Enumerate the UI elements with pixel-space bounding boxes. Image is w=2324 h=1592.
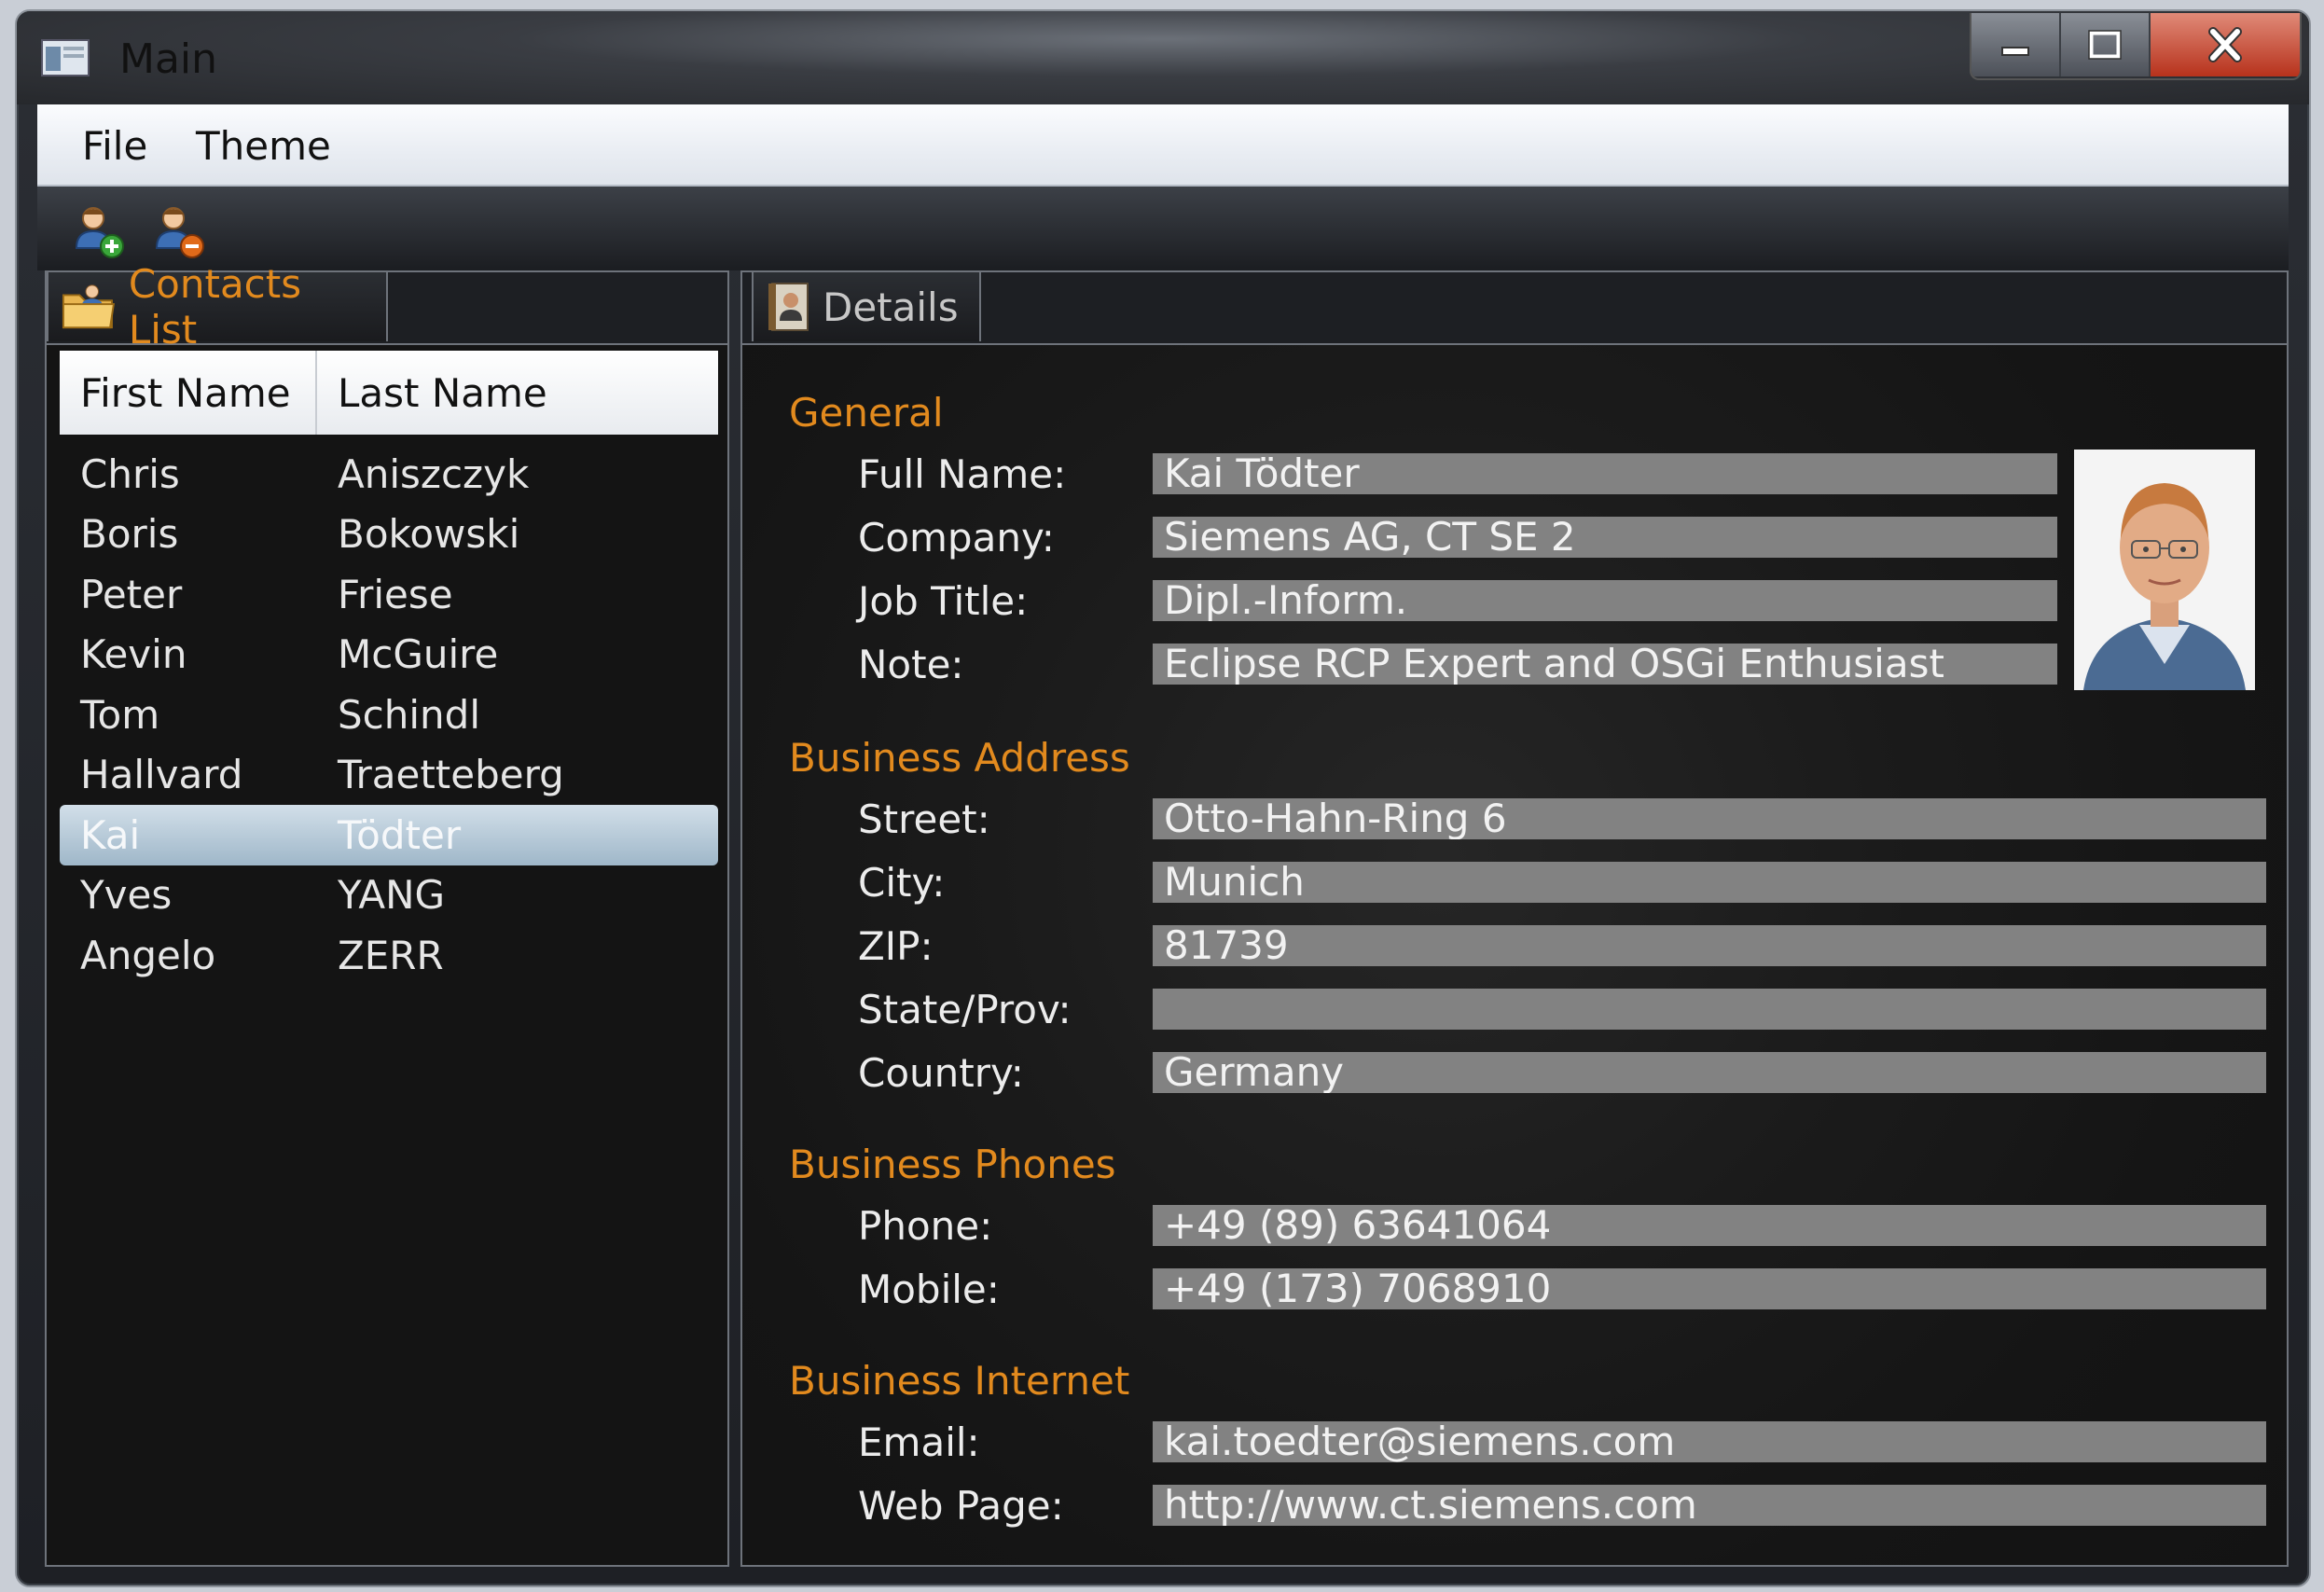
job-title-label: Job Title: bbox=[858, 578, 1029, 624]
table-row[interactable]: Peter Friese bbox=[60, 564, 718, 625]
table-row[interactable]: Tom Schindl bbox=[60, 685, 718, 745]
maximize-button[interactable] bbox=[2061, 13, 2151, 76]
table-row[interactable]: Angelo ZERR bbox=[60, 925, 718, 986]
folder-contacts-icon bbox=[62, 284, 116, 329]
section-business-internet: Business Internet bbox=[789, 1358, 1130, 1404]
first-name-cell: Chris bbox=[80, 450, 180, 497]
first-name-cell: Boris bbox=[80, 511, 179, 558]
table-row[interactable]: Yves YANG bbox=[60, 865, 718, 926]
phone-label: Phone: bbox=[858, 1203, 993, 1249]
menu-file[interactable]: File bbox=[82, 123, 147, 169]
section-general: General bbox=[789, 390, 944, 436]
contacts-panel: Contacts List First Name Last Name Chris… bbox=[45, 261, 729, 1567]
email-label: Email: bbox=[858, 1419, 980, 1465]
last-name-cell: Tödter bbox=[338, 811, 462, 858]
first-name-cell: Kai bbox=[80, 811, 141, 858]
company-field[interactable]: Siemens AG, CT SE 2 bbox=[1153, 517, 2057, 558]
menu-theme[interactable]: Theme bbox=[196, 123, 331, 169]
last-name-cell: Aniszczyk bbox=[338, 450, 530, 497]
first-name-cell: Hallvard bbox=[80, 752, 243, 798]
menu-bar: File Theme bbox=[37, 104, 2289, 187]
last-name-cell: Traetteberg bbox=[338, 752, 564, 798]
email-field[interactable]: kai.toedter@siemens.com bbox=[1153, 1421, 2266, 1462]
first-name-cell: Yves bbox=[80, 872, 173, 919]
note-label: Note: bbox=[858, 642, 964, 687]
street-field[interactable]: Otto-Hahn-Ring 6 bbox=[1153, 798, 2266, 839]
section-business-phones: Business Phones bbox=[789, 1142, 1116, 1187]
city-label: City: bbox=[858, 860, 946, 906]
table-row[interactable]: Chris Aniszczyk bbox=[60, 444, 718, 505]
minimize-icon bbox=[2001, 47, 2029, 56]
first-name-cell: Kevin bbox=[80, 631, 187, 678]
details-form: General Full Name: Kai Tödter Company: S… bbox=[742, 345, 2287, 1565]
last-name-cell: Friese bbox=[338, 571, 453, 617]
table-row[interactable]: Hallvard Traetteberg bbox=[60, 745, 718, 806]
contacts-table-body: Chris Aniszczyk Boris Bokowski Peter Friese… bbox=[60, 444, 718, 986]
close-button[interactable] bbox=[2151, 13, 2300, 76]
address-book-icon bbox=[768, 283, 809, 331]
table-row-selected[interactable]: Kai Tödter bbox=[60, 805, 718, 865]
table-row[interactable]: Kevin McGuire bbox=[60, 625, 718, 685]
phone-field[interactable]: +49 (89) 63641064 bbox=[1153, 1205, 2266, 1246]
country-label: Country: bbox=[858, 1050, 1024, 1096]
last-name-cell: McGuire bbox=[338, 631, 499, 678]
state-label: State/Prov: bbox=[858, 987, 1072, 1032]
column-header-last-name[interactable]: Last Name bbox=[317, 351, 547, 435]
note-field[interactable]: Eclipse RCP Expert and OSGi Enthusiast bbox=[1153, 644, 2057, 685]
first-name-cell: Angelo bbox=[80, 932, 216, 978]
tab-details[interactable]: Details bbox=[752, 270, 981, 341]
details-panel: Details General Full Name: Kai Tödter Co… bbox=[740, 270, 2289, 1567]
table-header: First Name Last Name bbox=[60, 351, 718, 435]
last-name-cell: Bokowski bbox=[338, 511, 520, 558]
table-row[interactable]: Boris Bokowski bbox=[60, 505, 718, 565]
column-header-first-name[interactable]: First Name bbox=[60, 351, 317, 435]
caption-buttons bbox=[1970, 13, 2302, 80]
company-label: Company: bbox=[858, 515, 1055, 561]
tab-contacts-label: Contacts List bbox=[128, 261, 302, 353]
full-name-label: Full Name: bbox=[858, 451, 1067, 497]
country-field[interactable]: Germany bbox=[1153, 1052, 2266, 1093]
first-name-cell: Tom bbox=[80, 691, 160, 738]
main-window: Main File Theme Contacts List First Name… bbox=[15, 9, 2311, 1587]
mobile-field[interactable]: +49 (173) 7068910 bbox=[1153, 1268, 2266, 1309]
state-field[interactable] bbox=[1153, 989, 2266, 1030]
title-bar[interactable]: Main bbox=[17, 11, 2309, 104]
last-name-cell: ZERR bbox=[338, 932, 444, 978]
zip-label: ZIP: bbox=[858, 923, 934, 969]
toolbar bbox=[37, 187, 2289, 270]
contact-photo bbox=[2074, 450, 2255, 690]
last-name-cell: Schindl bbox=[338, 691, 480, 738]
full-name-field[interactable]: Kai Tödter bbox=[1153, 453, 2057, 494]
tab-contacts-list[interactable]: Contacts List bbox=[47, 261, 388, 353]
section-business-address: Business Address bbox=[789, 735, 1130, 781]
contact-portrait-image bbox=[2074, 450, 2255, 690]
first-name-cell: Peter bbox=[80, 571, 183, 617]
web-page-label: Web Page: bbox=[858, 1483, 1064, 1529]
mobile-label: Mobile: bbox=[858, 1267, 1000, 1312]
maximize-icon bbox=[2088, 30, 2122, 60]
job-title-field[interactable]: Dipl.-Inform. bbox=[1153, 580, 2057, 621]
window-title: Main bbox=[119, 35, 218, 83]
zip-field[interactable]: 81739 bbox=[1153, 925, 2266, 966]
city-field[interactable]: Munich bbox=[1153, 862, 2266, 903]
delete-contact-icon[interactable] bbox=[149, 203, 207, 261]
close-icon bbox=[2208, 27, 2242, 62]
app-window-icon bbox=[41, 39, 90, 76]
tab-details-label: Details bbox=[823, 284, 959, 330]
minimize-button[interactable] bbox=[1971, 13, 2061, 76]
add-contact-icon[interactable] bbox=[69, 203, 127, 261]
last-name-cell: YANG bbox=[338, 872, 446, 919]
web-page-field[interactable]: http://www.ct.siemens.com bbox=[1153, 1485, 2266, 1526]
street-label: Street: bbox=[858, 796, 990, 842]
